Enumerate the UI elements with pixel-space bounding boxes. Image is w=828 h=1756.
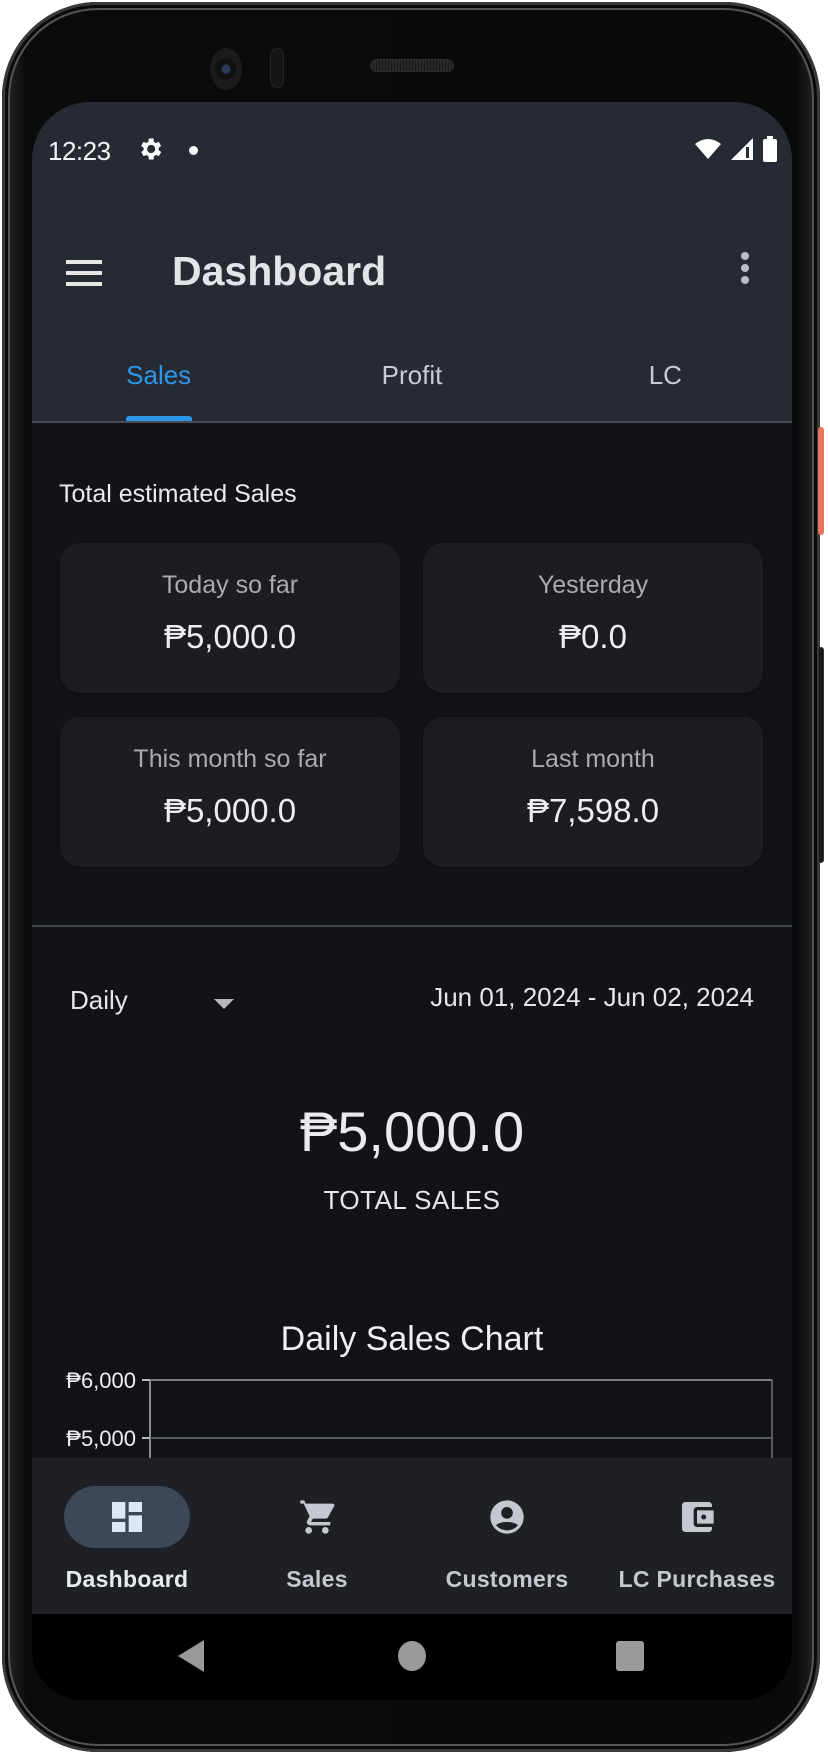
summary-card-today: Today so far ₱5,000.0	[60, 543, 400, 693]
settings-icon	[141, 138, 162, 160]
status-icons	[694, 136, 778, 162]
tab-sales[interactable]: Sales	[32, 342, 285, 421]
account-circle-icon	[490, 1500, 524, 1534]
card-value: ₱5,000.0	[163, 618, 297, 655]
front-camera	[210, 48, 242, 90]
card-label: Yesterday	[537, 571, 649, 599]
dropdown-caret-icon	[214, 999, 234, 1009]
dashboard-icon	[112, 1502, 142, 1532]
cart-icon	[300, 1500, 335, 1534]
nav-customers[interactable]: Customers	[412, 1458, 602, 1614]
cell-signal-icon	[731, 138, 753, 160]
system-back-icon[interactable]	[178, 1640, 204, 1672]
status-bar: 12:23	[32, 102, 792, 198]
card-label: Last month	[531, 745, 655, 773]
tab-profit[interactable]: Profit	[285, 342, 538, 421]
power-button	[818, 427, 824, 535]
section-divider	[32, 925, 792, 927]
summary-card-this-month: This month so far ₱5,000.0	[60, 717, 400, 867]
card-value: ₱0.0	[559, 618, 627, 655]
nav-dashboard[interactable]: Dashboard	[32, 1458, 222, 1614]
wallet-icon	[682, 1502, 714, 1532]
tab-label: Sales	[126, 360, 192, 390]
menu-icon[interactable]	[66, 260, 102, 288]
system-home-icon[interactable]	[398, 1641, 426, 1671]
nav-label: Dashboard	[65, 1566, 189, 1592]
app-bar: Dashboard	[32, 198, 792, 342]
nav-label: Sales	[286, 1566, 348, 1592]
card-value: ₱7,598.0	[526, 792, 660, 829]
sales-chart: ₱6,000 ₱5,000	[66, 1372, 773, 1460]
tab-label: LC	[648, 360, 682, 390]
nav-sales[interactable]: Sales	[222, 1458, 412, 1614]
system-recents-icon[interactable]	[616, 1641, 644, 1671]
summary-title: Total estimated Sales	[59, 480, 297, 508]
y-tick-label: ₱5,000	[66, 1426, 136, 1451]
system-navigation-bar	[32, 1614, 792, 1700]
status-time: 12:23	[48, 136, 111, 166]
notification-dot-icon	[189, 146, 198, 155]
nav-label: LC Purchases	[618, 1566, 776, 1592]
summary-card-yesterday: Yesterday ₱0.0	[423, 543, 763, 693]
page-title: Dashboard	[172, 248, 387, 294]
date-range-picker[interactable]: Jun 01, 2024 - Jun 02, 2024	[430, 982, 754, 1013]
earpiece-speaker	[370, 59, 454, 72]
nav-label: Customers	[445, 1566, 569, 1592]
tab-bar: Sales Profit LC	[32, 342, 792, 423]
battery-icon	[763, 136, 777, 162]
nav-lc-purchases[interactable]: LC Purchases	[602, 1458, 792, 1614]
bottom-navigation: Dashboard Sales Customers LC Purchases	[32, 1458, 792, 1614]
summary-card-last-month: Last month ₱7,598.0	[423, 717, 763, 867]
period-value: Daily	[70, 985, 128, 1015]
y-tick-label: ₱6,000	[66, 1372, 136, 1393]
screen: 12:23 Dashboard Sales Profit LC Total es…	[32, 102, 792, 1700]
period-dropdown[interactable]: Daily	[70, 985, 250, 1029]
total-sales-value: ₱5,000.0	[299, 1100, 525, 1163]
volume-button	[818, 647, 824, 863]
proximity-sensor	[270, 48, 284, 88]
tab-label: Profit	[381, 360, 443, 390]
more-vert-icon[interactable]	[738, 252, 752, 294]
tab-lc[interactable]: LC	[539, 342, 792, 421]
total-sales-label: TOTAL SALES	[323, 1185, 501, 1215]
top-app-area: 12:23 Dashboard Sales Profit LC	[32, 102, 792, 423]
tab-indicator	[125, 416, 192, 421]
card-label: Today so far	[161, 571, 299, 599]
card-value: ₱5,000.0	[163, 792, 297, 829]
card-label: This month so far	[133, 745, 327, 773]
wifi-icon	[695, 139, 721, 159]
chart-title: Daily Sales Chart	[280, 1320, 544, 1358]
